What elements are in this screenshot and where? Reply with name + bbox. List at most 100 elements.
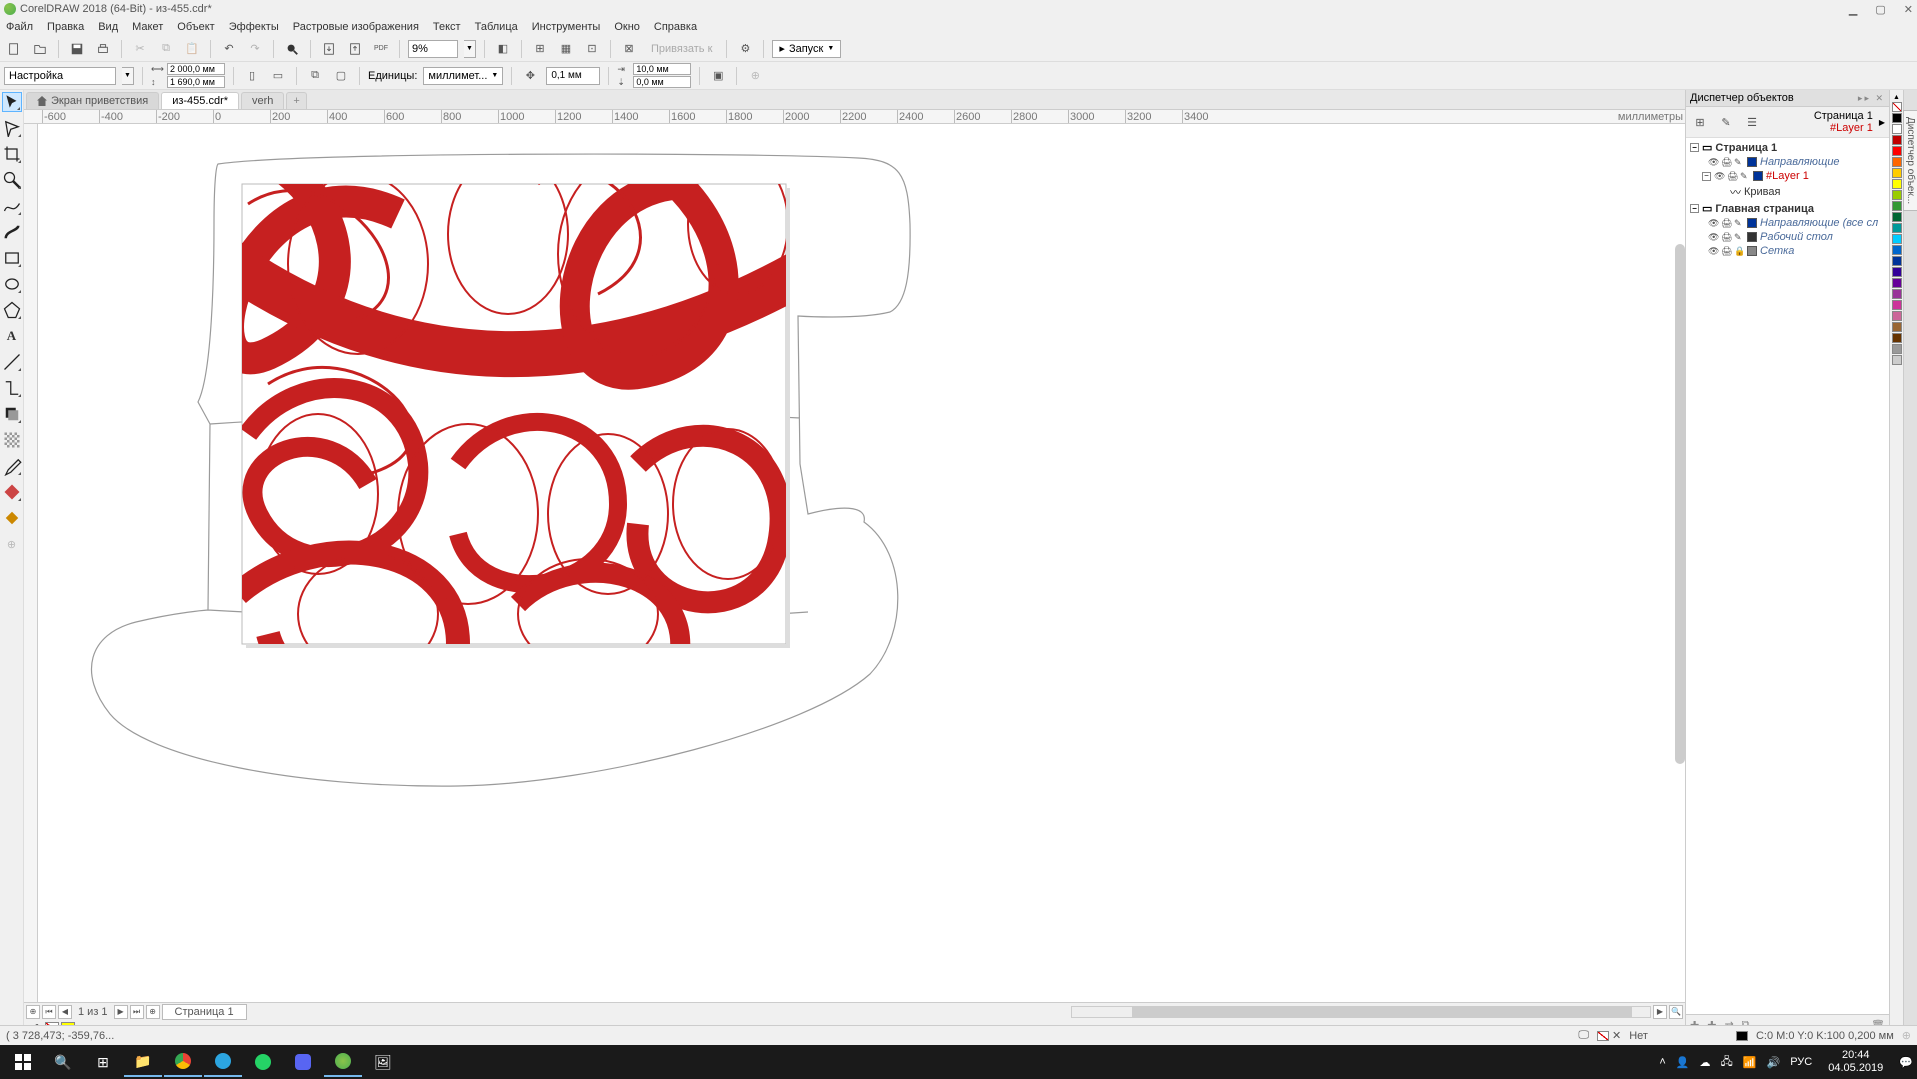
- page-preset-field[interactable]: Настройка: [4, 67, 116, 85]
- crop-tool[interactable]: [2, 144, 22, 164]
- menu-object[interactable]: Объект: [177, 21, 214, 33]
- text-tool[interactable]: A: [2, 326, 22, 346]
- zoom-nav-button[interactable]: 🔍: [1669, 1005, 1683, 1019]
- color-swatch[interactable]: [1892, 278, 1902, 288]
- launch-dropdown[interactable]: ▸Запуск▼: [772, 40, 841, 58]
- cut-button[interactable]: ✂: [130, 39, 150, 59]
- color-swatch[interactable]: [1892, 223, 1902, 233]
- print-button[interactable]: [93, 39, 113, 59]
- color-swatch[interactable]: [1892, 157, 1902, 167]
- color-swatch[interactable]: [1892, 267, 1902, 277]
- duplicate-y-field[interactable]: 0,0 мм: [633, 76, 691, 88]
- color-swatch[interactable]: [1892, 245, 1902, 255]
- sound-icon[interactable]: 🔊: [1767, 1056, 1781, 1069]
- lang-indicator[interactable]: РУС: [1790, 1056, 1812, 1068]
- people-icon[interactable]: 👤: [1676, 1056, 1690, 1069]
- corel-taskbar[interactable]: [324, 1047, 362, 1077]
- tab-welcome[interactable]: Экран приветствия: [26, 92, 159, 109]
- show-rulers-button[interactable]: ⊞: [530, 39, 550, 59]
- menu-edit[interactable]: Правка: [47, 21, 84, 33]
- redo-button[interactable]: ↷: [245, 39, 265, 59]
- ruler-horizontal[interactable]: миллиметры -600-400-20002004006008001000…: [24, 110, 1685, 124]
- units-dropdown[interactable]: миллимет...▼: [423, 67, 503, 85]
- polygon-tool[interactable]: [2, 300, 22, 320]
- snap-off-button[interactable]: ⊠: [619, 39, 639, 59]
- docker-title[interactable]: Диспетчер объектов ▸▸ ✕: [1686, 90, 1889, 107]
- zoom-input[interactable]: 9%: [408, 40, 458, 58]
- om-menu-button[interactable]: ▶: [1879, 118, 1885, 127]
- photos-taskbar[interactable]: 🖼: [364, 1047, 402, 1077]
- om-show-props-button[interactable]: ⊞: [1690, 112, 1710, 132]
- close-icon[interactable]: ✕: [1904, 3, 1913, 16]
- pick-tool[interactable]: [2, 92, 22, 112]
- export-button[interactable]: [345, 39, 365, 59]
- menu-tools[interactable]: Инструменты: [532, 21, 601, 33]
- color-swatch[interactable]: [1892, 190, 1902, 200]
- all-pages-button[interactable]: ⧉: [305, 66, 325, 86]
- prev-page-button[interactable]: ◀: [58, 1005, 72, 1019]
- show-guides-button[interactable]: ⊡: [582, 39, 602, 59]
- add-tool-button[interactable]: ⊕: [2, 534, 22, 554]
- color-swatch[interactable]: [1892, 168, 1902, 178]
- current-page-button[interactable]: ▢: [331, 66, 351, 86]
- landscape-button[interactable]: ▭: [268, 66, 288, 86]
- ellipse-tool[interactable]: [2, 274, 22, 294]
- next-page-button[interactable]: ▶: [114, 1005, 128, 1019]
- color-swatch[interactable]: [1892, 113, 1902, 123]
- network-icon[interactable]: 🖧: [1721, 1053, 1733, 1072]
- duplicate-x-field[interactable]: 10,0 мм: [633, 63, 691, 75]
- menu-effects[interactable]: Эффекты: [229, 21, 279, 33]
- notifications-icon[interactable]: 💬: [1899, 1056, 1913, 1069]
- first-page-button[interactable]: ⏮: [42, 1005, 56, 1019]
- canvas[interactable]: [38, 124, 1685, 1002]
- page-width-field[interactable]: 2 000,0 мм: [167, 63, 225, 75]
- whatsapp-taskbar[interactable]: [244, 1047, 282, 1077]
- eyedropper-tool[interactable]: [2, 456, 22, 476]
- om-layer-mgr-button[interactable]: ☰: [1742, 112, 1762, 132]
- copy-button[interactable]: ⧉: [156, 39, 176, 59]
- parallel-dim-tool[interactable]: [2, 352, 22, 372]
- docker-tab-objects[interactable]: Диспетчер объек...: [1903, 110, 1917, 211]
- color-swatch[interactable]: [1892, 135, 1902, 145]
- menu-bitmaps[interactable]: Растровые изображения: [293, 21, 419, 33]
- menu-text[interactable]: Текст: [433, 21, 461, 33]
- last-page-button[interactable]: ⏭: [130, 1005, 144, 1019]
- scrollbar-vertical[interactable]: [1675, 244, 1685, 764]
- menu-window[interactable]: Окно: [614, 21, 640, 33]
- wifi-icon[interactable]: 📶: [1743, 1056, 1757, 1069]
- object-tree[interactable]: −▭Страница 1 👁🖨✎Направляющие −👁🖨✎#Layer …: [1686, 138, 1889, 1014]
- search-button-taskbar[interactable]: 🔍: [44, 1047, 82, 1077]
- color-swatch[interactable]: [1892, 333, 1902, 343]
- zoom-tool[interactable]: [2, 170, 22, 190]
- palette-up[interactable]: ▲: [1893, 94, 1900, 101]
- color-swatch[interactable]: [1892, 201, 1902, 211]
- freehand-tool[interactable]: [2, 196, 22, 216]
- color-swatch[interactable]: [1892, 311, 1902, 321]
- no-color-swatch[interactable]: [1892, 102, 1902, 112]
- menu-help[interactable]: Справка: [654, 21, 697, 33]
- publish-pdf-button[interactable]: PDF: [371, 39, 391, 59]
- fullscreen-button[interactable]: ◧: [493, 39, 513, 59]
- om-edit-layers-button[interactable]: ✎: [1716, 112, 1736, 132]
- status-add-button[interactable]: ⊕: [1902, 1029, 1911, 1042]
- tab-doc1[interactable]: из-455.cdr*: [161, 92, 239, 109]
- treat-as-filled-button[interactable]: ▣: [708, 66, 728, 86]
- dropshadow-tool[interactable]: [2, 404, 22, 424]
- color-swatch[interactable]: [1892, 322, 1902, 332]
- add-preset-button[interactable]: ⊕: [745, 66, 765, 86]
- show-grid-button[interactable]: ▦: [556, 39, 576, 59]
- portrait-button[interactable]: ▯: [242, 66, 262, 86]
- open-button[interactable]: [30, 39, 50, 59]
- minimize-icon[interactable]: ▁: [1849, 3, 1857, 16]
- color-proof-icon[interactable]: 🖵: [1578, 1029, 1589, 1042]
- smart-fill-tool[interactable]: [2, 508, 22, 528]
- color-swatch[interactable]: [1892, 234, 1902, 244]
- outline-swatch-status[interactable]: [1736, 1030, 1748, 1042]
- menu-file[interactable]: Файл: [6, 21, 33, 33]
- color-swatch[interactable]: [1892, 256, 1902, 266]
- import-button[interactable]: [319, 39, 339, 59]
- ruler-vertical[interactable]: [24, 124, 38, 1002]
- page-preset-dropdown[interactable]: ▼: [122, 67, 134, 85]
- tab-doc2[interactable]: verh: [241, 92, 284, 109]
- chrome-taskbar[interactable]: [164, 1047, 202, 1077]
